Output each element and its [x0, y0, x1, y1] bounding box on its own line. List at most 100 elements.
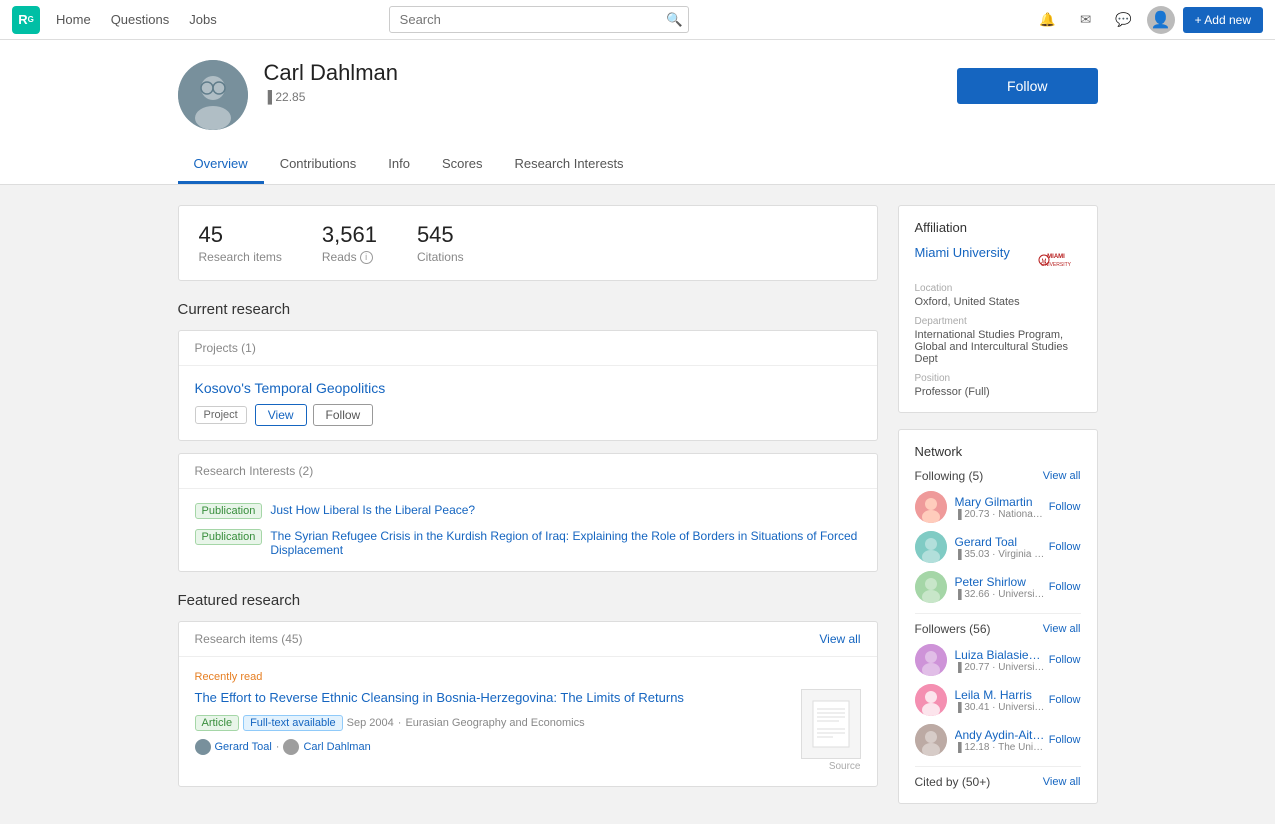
stat-label-citations: Citations	[417, 250, 464, 264]
author-name-1[interactable]: Gerard Toal	[215, 741, 272, 753]
view-all-link[interactable]: View all	[819, 632, 860, 646]
search-input[interactable]	[389, 6, 689, 33]
position-value: Professor (Full)	[915, 386, 1081, 398]
university-logo: MIAMI UNIVERSITY M	[1031, 245, 1081, 275]
cited-by-header: Cited by (50+) View all	[915, 775, 1081, 789]
nav-jobs[interactable]: Jobs	[189, 12, 216, 27]
nav-avatar[interactable]: 👤	[1147, 6, 1175, 34]
stat-citations: 545 Citations	[417, 222, 464, 264]
following-person-1: Mary Gilmartin ▐ 20.73 · National Univ..…	[915, 491, 1081, 523]
right-column: Affiliation Miami University MIAMI UNIVE…	[898, 205, 1098, 804]
follower-name-1[interactable]: Luiza Bialasiewicz	[955, 648, 1045, 662]
svg-text:MIAMI: MIAMI	[1047, 254, 1065, 260]
main-content: 45 Research items 3,561 Reads i 545 Cita…	[158, 185, 1118, 824]
nav-links: Home Questions Jobs	[56, 12, 217, 27]
follower-info-1: Luiza Bialasiewicz ▐ 20.77 · University …	[955, 648, 1045, 673]
university-name[interactable]: Miami University	[915, 245, 1010, 260]
nav-icon-chat[interactable]: 💬	[1109, 5, 1139, 35]
project-title[interactable]: Kosovo's Temporal Geopolitics	[195, 380, 861, 396]
search-icon[interactable]: 🔍	[666, 12, 683, 28]
cited-by-label: Cited by (50+)	[915, 775, 991, 789]
author-name-2[interactable]: Carl Dahlman	[303, 741, 370, 753]
projects-header: Projects (1)	[179, 331, 877, 366]
profile-name: Carl Dahlman	[264, 60, 958, 86]
featured-research-title: Featured research	[178, 592, 878, 609]
following-name-1[interactable]: Mary Gilmartin	[955, 495, 1045, 509]
interest-badge-2: Publication	[195, 529, 263, 545]
followers-label: Followers (56)	[915, 622, 991, 636]
following-avatar-2	[915, 531, 947, 563]
stat-research-items: 45 Research items	[199, 222, 282, 264]
logo[interactable]: RG	[12, 6, 40, 34]
nav-questions[interactable]: Questions	[111, 12, 170, 27]
follower-avatar-2	[915, 684, 947, 716]
following-info-1: Mary Gilmartin ▐ 20.73 · National Univ..…	[955, 495, 1045, 520]
featured-research-card: Research items (45) View all Recently re…	[178, 621, 878, 787]
search-bar: 🔍	[389, 6, 689, 33]
following-name-2[interactable]: Gerard Toal	[955, 535, 1045, 549]
follow-link-1[interactable]: Follow	[1049, 501, 1081, 513]
add-new-button[interactable]: + Add new	[1183, 7, 1263, 33]
reads-info-icon[interactable]: i	[360, 251, 373, 264]
follower-person-2: Leila M. Harris ▐ 30.41 · University of …	[915, 684, 1081, 716]
projects-body: Kosovo's Temporal Geopolitics Project Vi…	[179, 366, 877, 440]
follower-name-3[interactable]: Andy Aydin-Aitchison	[955, 728, 1045, 742]
nav-icon-mail[interactable]: ✉	[1071, 5, 1101, 35]
following-name-3[interactable]: Peter Shirlow	[955, 575, 1045, 589]
top-nav: RG Home Questions Jobs 🔍 🔔 ✉ 💬 👤 + Add n…	[0, 0, 1275, 40]
research-items-count: Research items (45)	[195, 632, 303, 646]
article-body: Recently read The Effort to Reverse Ethn…	[179, 657, 877, 786]
following-person-3: Peter Shirlow ▐ 32.66 · University of ..…	[915, 571, 1081, 603]
cited-by-view-all[interactable]: View all	[1043, 776, 1081, 788]
affiliation-title: Affiliation	[915, 220, 1081, 235]
stat-label-reads: Reads i	[322, 250, 377, 264]
follower-score-1: ▐ 20.77 · University of ...	[955, 662, 1045, 673]
interest-item-1: Publication Just How Liberal Is the Libe…	[195, 503, 861, 519]
follower-person-1: Luiza Bialasiewicz ▐ 20.77 · University …	[915, 644, 1081, 676]
article-content: The Effort to Reverse Ethnic Cleansing i…	[195, 689, 791, 755]
interest-link-1[interactable]: Just How Liberal Is the Liberal Peace?	[270, 503, 475, 517]
research-interests-body: Publication Just How Liberal Is the Libe…	[179, 489, 877, 571]
article-title[interactable]: The Effort to Reverse Ethnic Cleansing i…	[195, 689, 791, 707]
followers-view-all[interactable]: View all	[1043, 623, 1081, 635]
project-tag: Project	[195, 406, 247, 424]
follow-button-container: Follow	[957, 60, 1097, 104]
tab-overview[interactable]: Overview	[178, 146, 264, 184]
tab-contributions[interactable]: Contributions	[264, 146, 373, 184]
following-info-3: Peter Shirlow ▐ 32.66 · University of ..…	[955, 575, 1045, 600]
follow-link-3[interactable]: Follow	[1049, 581, 1081, 593]
source-label: Source	[801, 761, 861, 772]
tab-info[interactable]: Info	[372, 146, 426, 184]
recently-read-label: Recently read	[195, 671, 861, 683]
tab-research-interests[interactable]: Research Interests	[498, 146, 639, 184]
article-tag-fulltext: Full-text available	[243, 715, 343, 731]
nav-home[interactable]: Home	[56, 12, 91, 27]
author-avatar-1	[195, 739, 211, 755]
nav-icon-search[interactable]: 🔔	[1033, 5, 1063, 35]
stat-value-research: 45	[199, 222, 282, 248]
follow-follower-1[interactable]: Follow	[1049, 654, 1081, 666]
project-view-button[interactable]: View	[255, 404, 307, 426]
article-thumbnail: Source	[801, 689, 861, 772]
follow-link-2[interactable]: Follow	[1049, 541, 1081, 553]
follower-name-2[interactable]: Leila M. Harris	[955, 688, 1045, 702]
location-label: Location	[915, 283, 1081, 294]
projects-card: Projects (1) Kosovo's Temporal Geopoliti…	[178, 330, 878, 441]
interest-link-2[interactable]: The Syrian Refugee Crisis in the Kurdish…	[270, 529, 860, 557]
follow-follower-2[interactable]: Follow	[1049, 694, 1081, 706]
follow-follower-3[interactable]: Follow	[1049, 734, 1081, 746]
follower-score-3: ▐ 12.18 · The University...	[955, 742, 1045, 753]
following-view-all[interactable]: View all	[1043, 470, 1081, 482]
network-divider-1	[915, 613, 1081, 614]
tab-scores[interactable]: Scores	[426, 146, 498, 184]
svg-text:M: M	[1041, 259, 1046, 265]
follow-button[interactable]: Follow	[957, 68, 1097, 104]
followers-header: Followers (56) View all	[915, 622, 1081, 636]
project-follow-button[interactable]: Follow	[313, 404, 374, 426]
current-research-title: Current research	[178, 301, 878, 318]
nav-right: 🔔 ✉ 💬 👤 + Add new	[1033, 5, 1263, 35]
following-person-2: Gerard Toal ▐ 35.03 · Virginia Polyt... …	[915, 531, 1081, 563]
article-authors: Gerard Toal · Carl Dahlman	[195, 739, 791, 755]
stats-card: 45 Research items 3,561 Reads i 545 Cita…	[178, 205, 878, 281]
following-score-1: ▐ 20.73 · National Univ...	[955, 509, 1045, 520]
